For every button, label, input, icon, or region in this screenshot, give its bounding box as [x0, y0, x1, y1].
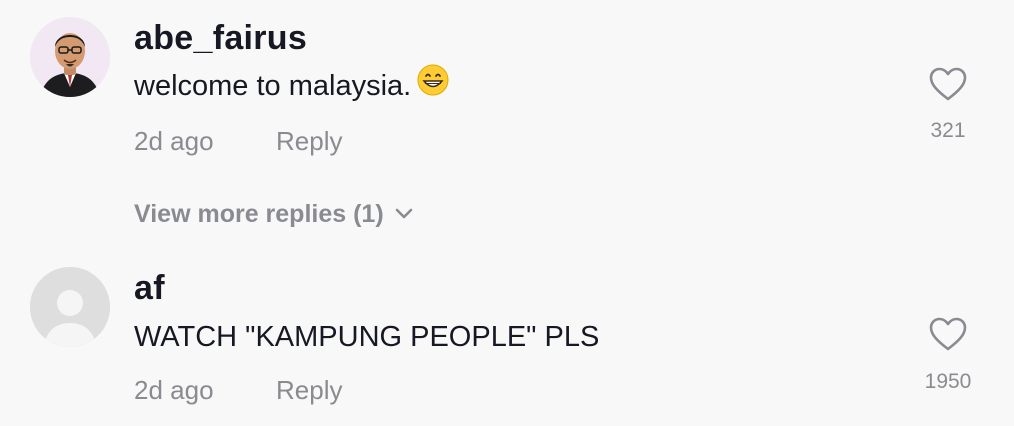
user-avatar-image: [30, 17, 110, 97]
comment-item: af WATCH "KAMPUNG PEOPLE" PLS 2d ago Rep…: [0, 250, 1014, 426]
comment-timestamp: 2d ago: [134, 375, 214, 405]
heart-icon[interactable]: [928, 316, 968, 352]
avatar[interactable]: [30, 17, 110, 97]
chevron-down-icon: [394, 199, 414, 228]
comment-username[interactable]: af: [134, 269, 165, 308]
view-more-replies-button[interactable]: View more replies (1): [134, 200, 414, 229]
reply-button[interactable]: Reply: [276, 375, 342, 406]
comment-timestamp: 2d ago: [134, 126, 214, 156]
comment-text-content: welcome to malaysia.: [134, 70, 412, 102]
comment-username[interactable]: abe_fairus: [134, 19, 307, 58]
comment-text: WATCH "KAMPUNG PEOPLE" PLS: [134, 321, 600, 353]
reply-button[interactable]: Reply: [276, 126, 342, 157]
grinning-face-icon: [417, 64, 449, 104]
avatar[interactable]: [30, 267, 110, 347]
like-count: 1950: [924, 370, 972, 393]
comment-text: welcome to malaysia.: [134, 64, 449, 104]
comment-item: abe_fairus welcome to malaysia. 2d ago R…: [0, 0, 1014, 250]
view-more-replies-label: View more replies (1): [134, 200, 384, 228]
like-count: 321: [930, 119, 966, 142]
heart-icon[interactable]: [928, 66, 968, 102]
default-avatar-icon: [30, 267, 110, 347]
